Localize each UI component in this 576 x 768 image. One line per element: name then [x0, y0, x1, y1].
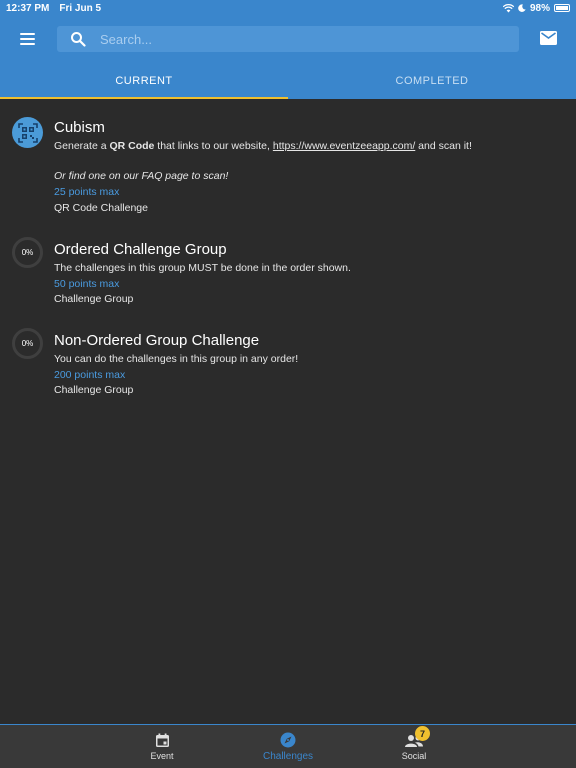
wifi-icon: [502, 3, 514, 12]
nav-challenges-label: Challenges: [262, 751, 314, 762]
challenge-item-cubism[interactable]: Cubism Generate a QR Code that links to …: [0, 115, 576, 219]
challenge-points: 200 points max: [54, 369, 126, 381]
challenge-points: 50 points max: [54, 278, 120, 290]
description-middle: that links to our website,: [154, 140, 273, 152]
challenge-item-ordered-group[interactable]: 0% Ordered Challenge Group The challenge…: [0, 237, 576, 309]
notification-badge: 7: [415, 726, 430, 741]
qr-code-icon: [12, 117, 43, 148]
description-prefix: Generate a: [54, 140, 110, 152]
status-date: Fri Jun 5: [59, 2, 102, 14]
compass-icon: [280, 732, 296, 748]
app-header: 12:37 PM Fri Jun 5 98% Search... CURRENT…: [0, 0, 576, 99]
nav-social-label: Social: [401, 750, 427, 761]
challenge-title: Ordered Challenge Group: [54, 241, 227, 258]
challenge-description: You can do the challenges in this group …: [54, 353, 299, 365]
tab-bar: CURRENT COMPLETED: [0, 62, 576, 99]
mail-icon[interactable]: [540, 31, 557, 45]
challenge-points: 25 points max: [54, 186, 120, 198]
search-input[interactable]: [100, 31, 500, 47]
challenge-type: Challenge Group: [54, 384, 134, 396]
battery-percent: 98%: [529, 2, 550, 14]
nav-event[interactable]: Event: [132, 725, 192, 768]
progress-ring: 0%: [12, 328, 43, 359]
nav-challenges[interactable]: Challenges: [250, 725, 326, 768]
battery-icon: [554, 4, 570, 12]
challenge-type: Challenge Group: [54, 293, 134, 305]
calendar-icon: [155, 733, 169, 747]
challenge-item-non-ordered-group[interactable]: 0% Non-Ordered Group Challenge You can d…: [0, 328, 576, 400]
challenge-type: QR Code Challenge: [54, 202, 148, 214]
nav-social[interactable]: Social 7: [384, 725, 444, 768]
challenge-title: Non-Ordered Group Challenge: [54, 332, 260, 349]
nav-event-label: Event: [150, 751, 174, 761]
website-link[interactable]: https://www.eventzeeapp.com/: [273, 140, 415, 152]
challenge-description: Generate a QR Code that links to our web…: [54, 140, 472, 152]
search-bar[interactable]: [57, 26, 519, 52]
tab-completed[interactable]: COMPLETED: [288, 62, 576, 99]
moon-icon: [518, 4, 526, 12]
challenge-title: Cubism: [54, 119, 105, 136]
search-icon: [71, 32, 86, 47]
challenge-description: The challenges in this group MUST be don…: [54, 262, 351, 274]
bottom-nav: Event Challenges Social 7: [0, 724, 576, 768]
progress-ring: 0%: [12, 237, 43, 268]
description-suffix: and scan it!: [415, 140, 472, 152]
challenge-note: Or find one on our FAQ page to scan!: [54, 170, 229, 182]
toolbar: [0, 16, 576, 62]
status-time: 12:37 PM: [6, 2, 50, 14]
description-bold: QR Code: [109, 140, 155, 152]
tab-current[interactable]: CURRENT: [0, 62, 288, 99]
menu-icon[interactable]: [20, 33, 35, 45]
status-bar: 12:37 PM Fri Jun 5 98%: [0, 0, 576, 16]
